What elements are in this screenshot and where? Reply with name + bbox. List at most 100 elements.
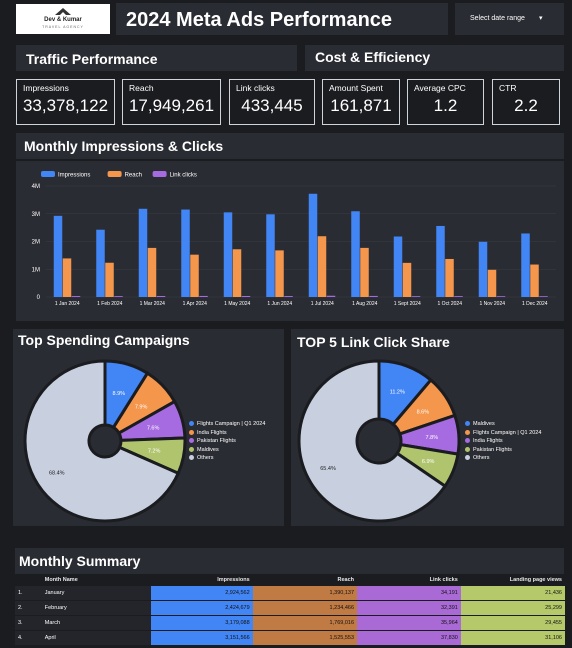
legend-swatch [465,429,470,435]
impressions-cell: 2,924,562 [151,586,253,601]
kpi-label: Impressions [23,83,69,93]
impressions-cell: 2,424,679 [151,600,253,616]
bar-link-clicks [539,296,548,297]
impressions-cell: 3,151,566 [151,630,253,646]
bar-link-clicks [411,296,421,297]
column-header[interactable]: Landing page views [460,574,565,586]
bar-reach [530,264,539,297]
x-tick-label: 1 Sept 2024 [394,301,421,307]
legend-item: Others [189,454,265,463]
kpi-value: 2.2 [514,96,538,115]
bar-impressions [53,215,63,297]
month-cell: March [41,615,152,631]
table-row: 2. February 2,424,679 1,234,466 32,391 2… [15,600,565,616]
landing-views-cell: 31,106 [460,630,565,646]
table-header-row: Month Name Impressions Reach Link clicks… [15,574,565,586]
bar-reach [445,258,454,297]
legend-item: Pakistan Flights [189,437,265,446]
monthly-bar-chart: Impressions Reach Link clicks 0 1M 2M 3M 4M 1 Ja… [32,171,556,307]
kpi-label: Reach [129,83,154,93]
y-tick-label: 4M [32,184,40,190]
link-click-share-legend: Maldives Flights Campaign | Q1 2024 India … [465,420,541,463]
legend-item: Maldives [465,420,541,429]
bar-reach [147,247,157,297]
kpi-value: 161,871 [330,96,392,115]
monthly-summary-header: Monthly Summary [15,548,564,574]
legend-item: Pakistan Flights [465,446,541,455]
kpi-value: 17,949,261 [128,96,215,115]
slice-label: 8.9% [113,391,126,397]
bar-reach [317,236,327,297]
legend-label: Others [473,455,490,462]
legend-swatch [41,171,55,177]
bar-link-clicks [71,296,81,297]
bar-link-clicks [156,296,166,297]
legend-item: India Flights [465,437,541,446]
legend-swatch [465,421,470,427]
month-cell: April [41,630,152,646]
x-tick-label: 1 Jan 2024 [55,301,80,307]
bar-impressions [478,241,488,297]
bar-impressions [308,193,318,297]
impressions-cell: 3,179,088 [151,615,253,631]
x-tick-label: 1 Oct 2024 [438,301,463,307]
monthly-chart-panel: Impressions Reach Link clicks 0 1M 2M 3M 4M 1 Ja… [16,161,564,321]
monthly-chart-header: Monthly Impressions & Clicks [16,133,564,159]
kpi-label: Link clicks [236,83,275,93]
legend-label: Others [197,455,214,462]
legend-swatch [465,438,470,444]
bar-impressions [351,211,360,297]
column-header[interactable]: Link clicks [357,574,461,586]
legend-item: Maldives [189,446,265,455]
x-tick-label: 1 Nov 2024 [479,301,505,307]
slice-label: 8.6% [417,409,430,415]
date-range-picker[interactable]: Select date range ▾ [455,3,564,35]
legend-swatch [189,438,194,444]
company-logo: Dev & Kumar TRAVEL AGENCY [16,4,110,34]
legend-swatch [152,171,167,177]
bar-impressions [266,214,275,297]
legend-swatch [189,446,194,452]
column-header[interactable]: Month Name [41,574,152,586]
legend-item: India Flights [189,429,265,438]
bar-link-clicks [284,296,293,297]
bar-reach [190,254,199,297]
legend-label: Maldives [473,421,495,427]
chevron-down-icon: ▾ [539,15,543,22]
bar-reach [487,269,497,297]
kpi-reach: Reach 17,949,261 [122,79,221,125]
bar-link-clicks [199,295,208,297]
bar-link-clicks [496,296,506,297]
legend-label: Link clicks [170,173,197,179]
page-title: 2024 Meta Ads Performance [126,9,393,31]
kpi-impressions: Impressions 33,378,122 [16,79,115,125]
link-clicks-cell: 32,391 [357,600,461,616]
table-row: 3. March 3,179,088 1,769,016 35,964 29,4… [15,615,565,631]
table-row: 1. January 2,924,562 1,390,137 34,191 21… [15,586,565,601]
kpi-value: 33,378,122 [22,96,109,115]
legend-swatch [465,446,470,452]
bar-impressions [521,233,530,297]
logo-brand: Dev & Kumar [44,17,82,23]
legend-label: Pakistan Flights [197,438,236,445]
legend-swatch [189,455,194,461]
column-header[interactable]: Impressions [151,574,253,586]
reach-cell: 1,525,553 [252,630,358,646]
plane-logo-icon [55,8,71,15]
landing-views-cell: 29,455 [460,615,565,631]
monthly-summary-table: Month Name Impressions Reach Link clicks… [15,574,565,646]
row-index: 1. [15,586,42,601]
column-header-index [15,574,42,586]
slice-label: 65.4% [320,466,336,472]
bar-impressions [223,212,233,297]
x-tick-label: 1 Jun 2024 [267,301,292,307]
bar-impressions [96,229,105,297]
legend-swatch [189,429,194,435]
top-spending-legend: Flights Campaign | Q1 2024 India Flights P… [189,420,265,463]
legend-label: India Flights [197,429,227,436]
column-header[interactable]: Reach [252,574,358,586]
bar-reach [360,247,369,297]
date-range-label: Select date range [470,15,525,22]
monthly-chart-title: Monthly Impressions & Clicks [24,138,224,154]
legend-label: Flights Campaign | Q1 2024 [473,429,542,436]
